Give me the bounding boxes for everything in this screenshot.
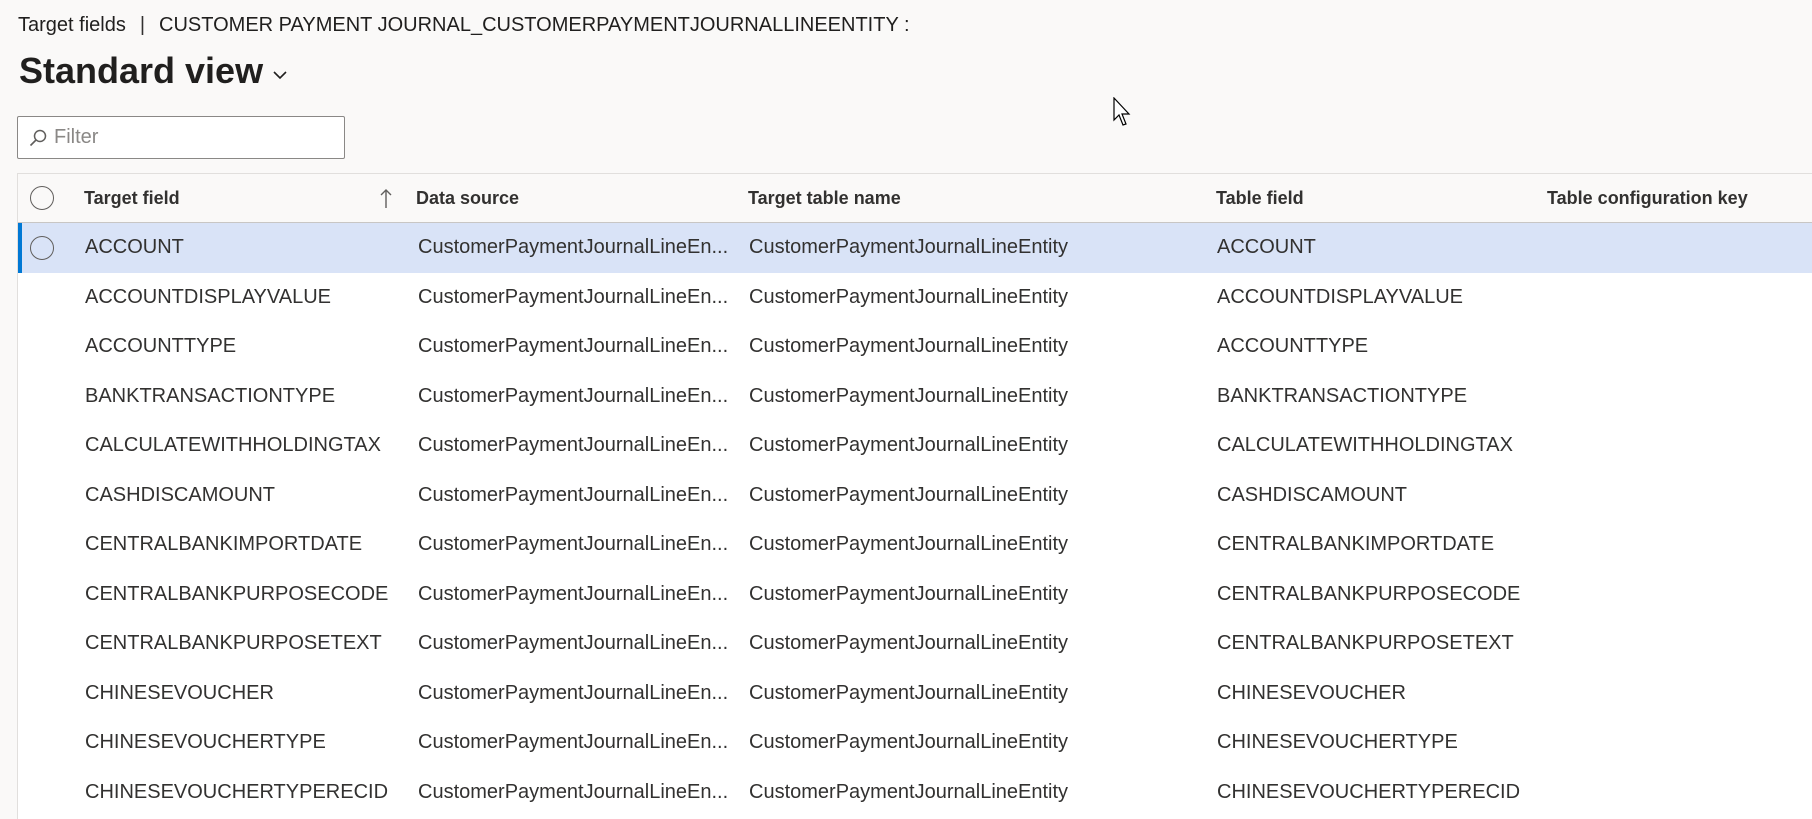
table-row[interactable]: ACCOUNTDISPLAYVALUE CustomerPaymentJourn… — [18, 273, 1812, 323]
cell-target-field: CHINESEVOUCHERTYPERECID — [85, 780, 389, 803]
cell-table-configuration-key — [1548, 669, 1808, 719]
cell-data-source: CustomerPaymentJournalLineEn... — [418, 335, 729, 357]
cell-target-table-name: CustomerPaymentJournalLineEntity — [749, 681, 1069, 704]
cell-table-field: CHINESEVOUCHERTYPERECID — [1217, 780, 1521, 803]
cell-target-field: CALCULATEWITHHOLDINGTAX — [85, 434, 381, 456]
cell-target-table-name: CustomerPaymentJournalLineEntity — [749, 533, 1069, 555]
cell-target-field: CHINESEVOUCHERTYPE — [85, 731, 326, 753]
target-fields-page: Target fields | CUSTOMER PAYMENT JOURNAL_C… — [0, 0, 1812, 819]
cell-target-field: CASHDISCAMOUNT — [85, 483, 276, 506]
cell-table-field: ACCOUNT — [1217, 236, 1316, 258]
cell-table-configuration-key — [1548, 570, 1808, 620]
cell-target-table-name: CustomerPaymentJournalLineEntity — [749, 780, 1069, 803]
cell-table-configuration-key — [1548, 619, 1808, 669]
cell-data-source: CustomerPaymentJournalLineEn... — [418, 780, 729, 803]
cell-data-source: CustomerPaymentJournalLineEn... — [418, 384, 729, 407]
view-title: Standard view — [19, 50, 264, 91]
cell-table-configuration-key — [1548, 421, 1808, 471]
cell-data-source: CustomerPaymentJournalLineEn... — [418, 533, 729, 555]
cell-table-field: CENTRALBANKPURPOSECODE — [1217, 582, 1521, 605]
cell-target-field: CHINESEVOUCHER — [85, 681, 274, 704]
cell-target-field: ACCOUNTTYPE — [85, 335, 237, 357]
column-header-table-configuration-key[interactable]: Table configuration key — [1547, 174, 1748, 222]
cell-target-field: CENTRALBANKPURPOSETEXT — [85, 632, 382, 654]
cell-target-table-name: CustomerPaymentJournalLineEntity — [749, 285, 1069, 308]
cell-target-field: BANKTRANSACTIONTYPE — [85, 384, 336, 407]
breadcrumb-target-fields[interactable]: Target fields — [18, 14, 126, 36]
table-row[interactable]: CENTRALBANKIMPORTDATE CustomerPaymentJou… — [18, 520, 1812, 570]
search-icon — [29, 129, 47, 146]
breadcrumb-entity-name: CUSTOMER PAYMENT JOURNAL_CUSTOMERPAYMENT… — [159, 14, 910, 36]
cell-target-field: CENTRALBANKPURPOSECODE — [85, 582, 389, 605]
view-selector[interactable]: Standard view — [19, 50, 289, 92]
table-row[interactable]: ACCOUNTTYPE CustomerPaymentJournalLineEn… — [18, 322, 1812, 372]
cell-data-source: CustomerPaymentJournalLineEn... — [418, 632, 729, 654]
table-row[interactable]: CENTRALBANKPURPOSECODE CustomerPaymentJo… — [18, 570, 1812, 620]
column-header-table-field[interactable]: Table field — [1216, 174, 1304, 222]
column-header-target-field[interactable]: Target field — [84, 174, 180, 222]
cell-table-configuration-key — [1548, 471, 1808, 521]
cell-table-field: ACCOUNTDISPLAYVALUE — [1217, 285, 1463, 308]
cell-target-table-name: CustomerPaymentJournalLineEntity — [749, 335, 1069, 357]
target-fields-grid: Target field Data source Target table na… — [17, 173, 1812, 819]
breadcrumb-separator: | — [139, 14, 146, 36]
cell-table-field: CENTRALBANKPURPOSETEXT — [1217, 632, 1514, 654]
cell-table-field: CHINESEVOUCHER — [1217, 681, 1406, 704]
cell-table-field: ACCOUNTTYPE — [1217, 335, 1369, 357]
table-row[interactable]: CHINESEVOUCHERTYPE CustomerPaymentJourna… — [18, 718, 1812, 768]
filter-box — [17, 116, 345, 159]
cell-data-source: CustomerPaymentJournalLineEn... — [418, 483, 729, 506]
select-all-checkbox[interactable] — [30, 186, 54, 210]
cell-table-field: CHINESEVOUCHERTYPE — [1217, 731, 1458, 753]
table-row[interactable]: CHINESEVOUCHER CustomerPaymentJournalLin… — [18, 669, 1812, 719]
cell-target-field: ACCOUNT — [85, 236, 184, 258]
column-header-target-table-name[interactable]: Target table name — [748, 174, 901, 222]
cell-table-configuration-key — [1548, 273, 1808, 323]
cell-table-field: BANKTRANSACTIONTYPE — [1217, 384, 1468, 407]
row-select-checkbox[interactable] — [30, 235, 54, 260]
cell-table-field: CENTRALBANKIMPORTDATE — [1217, 533, 1495, 555]
cell-table-configuration-key — [1548, 768, 1808, 818]
cell-data-source: CustomerPaymentJournalLineEn... — [418, 236, 729, 258]
grid-header: Target field Data source Target table na… — [18, 174, 1812, 223]
cell-target-table-name: CustomerPaymentJournalLineEntity — [749, 582, 1069, 605]
cell-table-configuration-key — [1548, 372, 1808, 422]
cell-target-table-name: CustomerPaymentJournalLineEntity — [749, 236, 1069, 258]
cell-table-configuration-key — [1548, 322, 1808, 372]
table-row[interactable]: CENTRALBANKPURPOSETEXT CustomerPaymentJo… — [18, 619, 1812, 669]
cell-data-source: CustomerPaymentJournalLineEn... — [418, 285, 729, 308]
cell-data-source: CustomerPaymentJournalLineEn... — [418, 731, 729, 753]
cell-data-source: CustomerPaymentJournalLineEn... — [418, 582, 729, 605]
mouse-pointer-icon — [1113, 97, 1131, 126]
cell-target-table-name: CustomerPaymentJournalLineEntity — [749, 632, 1069, 654]
cell-target-field: ACCOUNTDISPLAYVALUE — [85, 285, 331, 308]
table-row[interactable]: BANKTRANSACTIONTYPE CustomerPaymentJourn… — [18, 372, 1812, 422]
cell-target-table-name: CustomerPaymentJournalLineEntity — [749, 483, 1069, 506]
cell-data-source: CustomerPaymentJournalLineEn... — [418, 681, 729, 704]
cell-table-field: CASHDISCAMOUNT — [1217, 483, 1408, 506]
table-row[interactable]: ACCOUNT CustomerPaymentJournalLineEn... … — [18, 223, 1812, 273]
breadcrumb: Target fields | CUSTOMER PAYMENT JOURNAL_C… — [18, 14, 910, 37]
cell-data-source: CustomerPaymentJournalLineEn... — [418, 434, 729, 456]
filter-input[interactable] — [54, 126, 324, 149]
sort-ascending-icon[interactable] — [379, 187, 393, 209]
cell-target-table-name: CustomerPaymentJournalLineEntity — [749, 731, 1069, 753]
table-row[interactable]: CALCULATEWITHHOLDINGTAX CustomerPaymentJ… — [18, 421, 1812, 471]
cell-table-configuration-key — [1548, 520, 1808, 570]
table-row[interactable]: CASHDISCAMOUNT CustomerPaymentJournalLin… — [18, 471, 1812, 521]
cell-table-field: CALCULATEWITHHOLDINGTAX — [1217, 434, 1513, 456]
cell-target-field: CENTRALBANKIMPORTDATE — [85, 533, 363, 555]
cell-target-table-name: CustomerPaymentJournalLineEntity — [749, 434, 1069, 456]
cell-table-configuration-key — [1548, 718, 1808, 768]
cell-table-configuration-key — [1548, 223, 1808, 273]
chevron-down-icon — [273, 71, 287, 80]
table-row[interactable]: CHINESEVOUCHERTYPERECID CustomerPaymentJ… — [18, 768, 1812, 818]
column-header-data-source[interactable]: Data source — [416, 174, 519, 222]
cell-target-table-name: CustomerPaymentJournalLineEntity — [749, 384, 1069, 407]
